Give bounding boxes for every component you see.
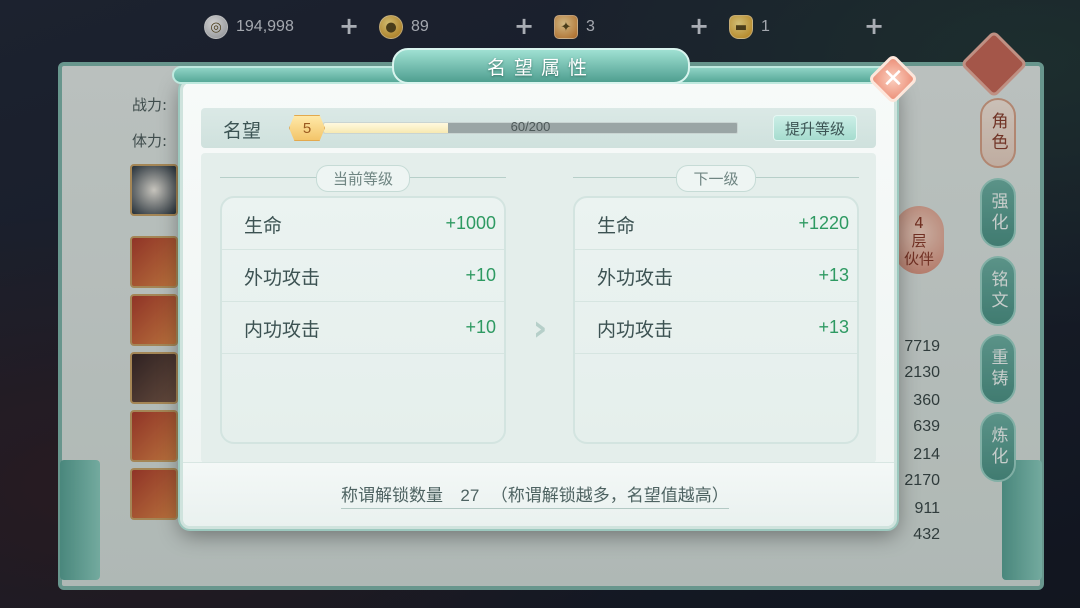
- attribute-row: 生命 +1220: [575, 198, 857, 250]
- unlock-count: 27: [460, 486, 480, 505]
- next-level-label: 下一级: [676, 164, 756, 192]
- attribute-row: 外功攻击 +10: [222, 250, 504, 302]
- attribute-value: +13: [818, 265, 849, 285]
- attribute-row: 外功攻击 +13: [575, 250, 857, 302]
- current-level-heading: 当前等级: [220, 164, 506, 192]
- reputation-bar: 名望 60/200 5 提升等级: [201, 108, 876, 148]
- attribute-value: +13: [818, 317, 849, 337]
- attribute-name: 内功攻击: [244, 319, 321, 341]
- current-level-label: 当前等级: [315, 164, 410, 192]
- current-level-card: 生命 +1000 外功攻击 +10 内功攻击 +10: [220, 196, 506, 444]
- attribute-name: 生命: [597, 215, 636, 237]
- attribute-row: 生命 +1000: [222, 198, 504, 250]
- attribute-name: 内功攻击: [597, 319, 674, 341]
- attribute-name: 生命: [244, 215, 283, 237]
- next-level-card: 生命 +1220 外功攻击 +13 内功攻击 +13: [573, 196, 859, 444]
- reputation-progress-text: 60/200: [510, 119, 551, 134]
- upgrade-level-button[interactable]: 提升等级: [773, 115, 857, 141]
- dialog-title-plate: 名望属性: [392, 48, 690, 84]
- unlock-label: 称谓解锁数量: [341, 486, 443, 506]
- close-button[interactable]: ✕: [867, 53, 919, 105]
- dialog-title: 名望属性: [486, 56, 595, 79]
- close-icon: ✕: [882, 64, 904, 94]
- attribute-name: 外功攻击: [597, 267, 674, 289]
- attribute-value: +10: [465, 265, 496, 285]
- title-unlock-info: 称谓解锁数量 27 （称谓解锁越多，名望值越高）: [341, 481, 729, 509]
- attribute-row: 内功攻击 +13: [575, 302, 857, 354]
- reputation-label: 名望: [223, 120, 262, 142]
- chevron-right-icon: ›: [532, 308, 548, 349]
- attribute-value: +1220: [798, 213, 849, 233]
- attribute-row: 内功攻击 +10: [222, 302, 504, 354]
- attribute-name: 外功攻击: [244, 267, 321, 289]
- reputation-level-badge: 5: [289, 115, 325, 141]
- attribute-value: +10: [465, 317, 496, 337]
- attribute-value: +1000: [445, 213, 496, 233]
- unlock-hint: （称谓解锁越多，名望值越高）: [490, 486, 729, 506]
- dialog-footer: 称谓解锁数量 27 （称谓解锁越多，名望值越高）: [183, 462, 894, 526]
- next-level-heading: 下一级: [573, 164, 859, 192]
